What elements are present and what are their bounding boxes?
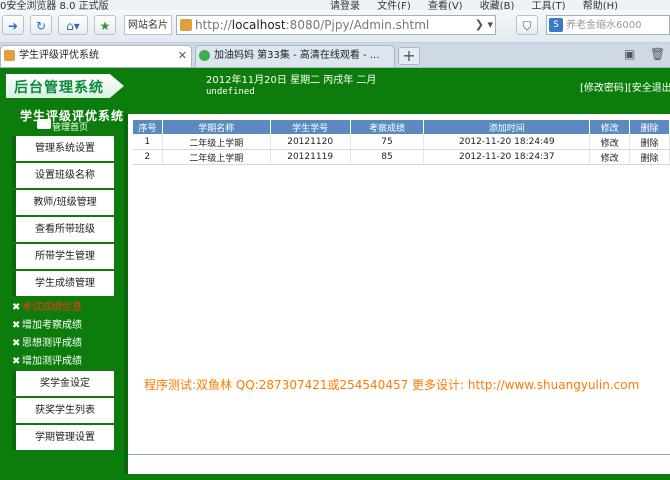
address-bar[interactable]: http://localhost:8080/Pjpy/Admin.shtml ❯… [176,15,496,35]
browser-app-title: 0安全浏览器 8.0 正式版 [0,1,109,10]
col-header-term: 学期名称 [161,119,271,135]
bullet-x-icon: ✖ [12,356,21,367]
sidebar-item-term-settings[interactable]: 学期管理设置 [12,425,114,450]
sidebar-item-system-settings[interactable]: 管理系统设置 [12,136,114,161]
browser-title-bar: 0安全浏览器 8.0 正式版 请登录 文件(F) 查看(V) 收藏(B) 工具(… [0,0,670,10]
cell-index: 1 [132,134,163,150]
shield-button[interactable]: ⛉ [516,15,538,35]
tab-title: 加油妈妈 第33集 - 高清在线观看 - ... [214,50,380,61]
cell-edit: 修改 [589,149,631,165]
delete-link[interactable]: 删除 [641,154,659,164]
page-footer [0,474,670,480]
date-text: 2012年11月20日 星期二 丙戌年 二月 [206,75,377,86]
sidebar-item-view-classes[interactable]: 查看所带班级 [12,217,114,242]
restore-tab-icon[interactable]: ▣ [624,47,635,61]
score-table: 序号 学期名称 学生学号 考察成绩 添加时间 修改 删除 1 二年级上学期 20… [132,119,670,165]
col-header-delete: 删除 [629,119,670,135]
menu-help[interactable]: 帮助(H) [583,1,618,10]
new-tab-button[interactable]: + [398,47,420,65]
sidebar-item-teacher-class[interactable]: 教师/班级管理 [12,190,114,215]
table-header-row: 序号 学期名称 学生学号 考察成绩 添加时间 修改 删除 [132,119,670,135]
refresh-button[interactable]: ↻ [30,15,52,35]
table-row: 2 二年级上学期 20121119 85 2012-11-20 18:24:37… [132,149,670,165]
col-header-edit: 修改 [589,119,631,135]
tab-title: 学生评级评优系统 [19,50,99,61]
cell-delete: 删除 [629,149,670,165]
tab-favicon-icon [4,50,15,61]
sidebar-item-score-management[interactable]: 学生成绩管理 [12,271,114,296]
subitem-ideology-scores[interactable]: ✖ 思想测评成绩 [12,334,82,349]
search-engine-icon: S [549,18,563,32]
sidebar: 学生评级评优系统 管理首页 管理系统设置 设置班级名称 教师/班级管理 查看所带… [0,109,124,480]
tab-strip: 学生评级评优系统 ✕ 加油妈妈 第33集 - 高清在线观看 - ... + ▣ … [0,43,670,68]
cell-student-id: 20121120 [270,134,351,150]
main-content: 序号 学期名称 学生学号 考察成绩 添加时间 修改 删除 1 二年级上学期 20… [124,114,670,474]
tab-student-system[interactable]: 学生评级评优系统 ✕ [0,45,192,67]
subitem-add-eval-score[interactable]: ✖ 增加测评成绩 [12,352,82,367]
tab-video[interactable]: 加油妈妈 第33集 - 高清在线观看 - ... [195,45,395,67]
logout-link[interactable]: [安全退出] [628,83,670,94]
subitem-exam-scores[interactable]: ✖ 考试成绩信息 [12,298,82,313]
shield-icon: ⛉ [522,19,532,33]
trash-icon[interactable]: 🗑 [650,47,665,61]
undefined-text: undefined [206,87,255,97]
browser-menu-bar: 请登录 文件(F) 查看(V) 收藏(B) 工具(T) 帮助(H) [330,0,632,10]
delete-link[interactable]: 删除 [641,139,659,149]
col-header-student-id: 学生学号 [269,119,351,135]
table-row: 1 二年级上学期 20121120 75 2012-11-20 18:24:49… [132,134,670,150]
sidebar-item-student-management[interactable]: 所带学生管理 [12,244,114,269]
cell-edit: 修改 [589,134,631,150]
edit-link[interactable]: 修改 [601,139,619,149]
col-header-score: 考察成绩 [349,119,425,135]
address-url[interactable]: http://localhost:8080/Pjpy/Admin.shtml [195,17,429,33]
col-header-time: 添加时间 [423,119,591,135]
bullet-x-icon: ✖ [12,338,21,349]
subitem-add-exam-score[interactable]: ✖ 增加考察成绩 [12,316,82,331]
favorites-dropdown[interactable]: 网站名片 ▾ [124,15,172,35]
menu-favorites[interactable]: 收藏(B) [480,1,515,10]
menu-file[interactable]: 文件(F) [377,1,411,10]
admin-logo: 后台管理系统 [6,74,124,98]
menu-tools[interactable]: 工具(T) [532,1,566,10]
cell-student-id: 20121119 [270,149,351,165]
change-password-link[interactable]: [修改密码] [580,83,628,94]
header-links: [修改密码][安全退出] [580,79,670,94]
sidebar-item-class-names[interactable]: 设置班级名称 [12,163,114,188]
cell-time: 2012-11-20 18:24:49 [423,134,591,150]
favorites-star-button[interactable]: ★ [94,15,116,35]
web-page: 后台管理系统 2012年11月20日 星期二 丙戌年 二月 undefined … [0,68,670,480]
sidebar-item-scholarship[interactable]: 奖学金设定 [12,371,114,396]
search-box[interactable]: S 养老金缩水6000 [546,15,670,35]
credit-text: 程序测试:双鱼林 QQ:287307421或254540457 更多设计: ht… [144,378,640,392]
refresh-icon: ↻ [35,19,47,33]
cell-delete: 删除 [629,134,670,150]
cell-time: 2012-11-20 18:24:37 [423,149,591,165]
cell-index: 2 [132,149,163,165]
cell-score: 85 [350,149,425,165]
home-icon: ⌂▾ [66,19,80,33]
home-link[interactable]: 管理首页 [52,120,88,133]
col-header-index: 序号 [132,119,163,135]
home-page-icon [37,119,51,129]
home-button[interactable]: ⌂▾ [58,15,88,35]
cell-term: 二年级上学期 [162,134,271,150]
sidebar-item-award-list[interactable]: 获奖学生列表 [12,398,114,423]
search-input[interactable]: 养老金缩水6000 [566,18,641,33]
menu-login[interactable]: 请登录 [330,1,360,10]
edit-link[interactable]: 修改 [601,154,619,164]
cell-term: 二年级上学期 [162,149,271,165]
cell-score: 75 [350,134,425,150]
back-button[interactable]: ➜ [2,15,24,35]
browser-nav-bar: ➜ ↻ ⌂▾ ★ 网站名片 ▾ http://localhost:8080/Pj… [0,10,670,43]
content-divider [128,454,670,455]
back-arrow-icon: ➜ [7,19,19,33]
site-favicon-icon [180,19,192,31]
star-icon: ★ [99,19,111,33]
menu-view[interactable]: 查看(V) [428,1,463,10]
close-icon[interactable]: ✕ [178,49,187,63]
bullet-x-icon: ✖ [12,320,21,331]
bullet-x-icon: ✖ [12,302,21,313]
video-favicon-icon [199,50,210,61]
address-dropdown-icon[interactable]: ❯ ▾ [475,16,493,34]
